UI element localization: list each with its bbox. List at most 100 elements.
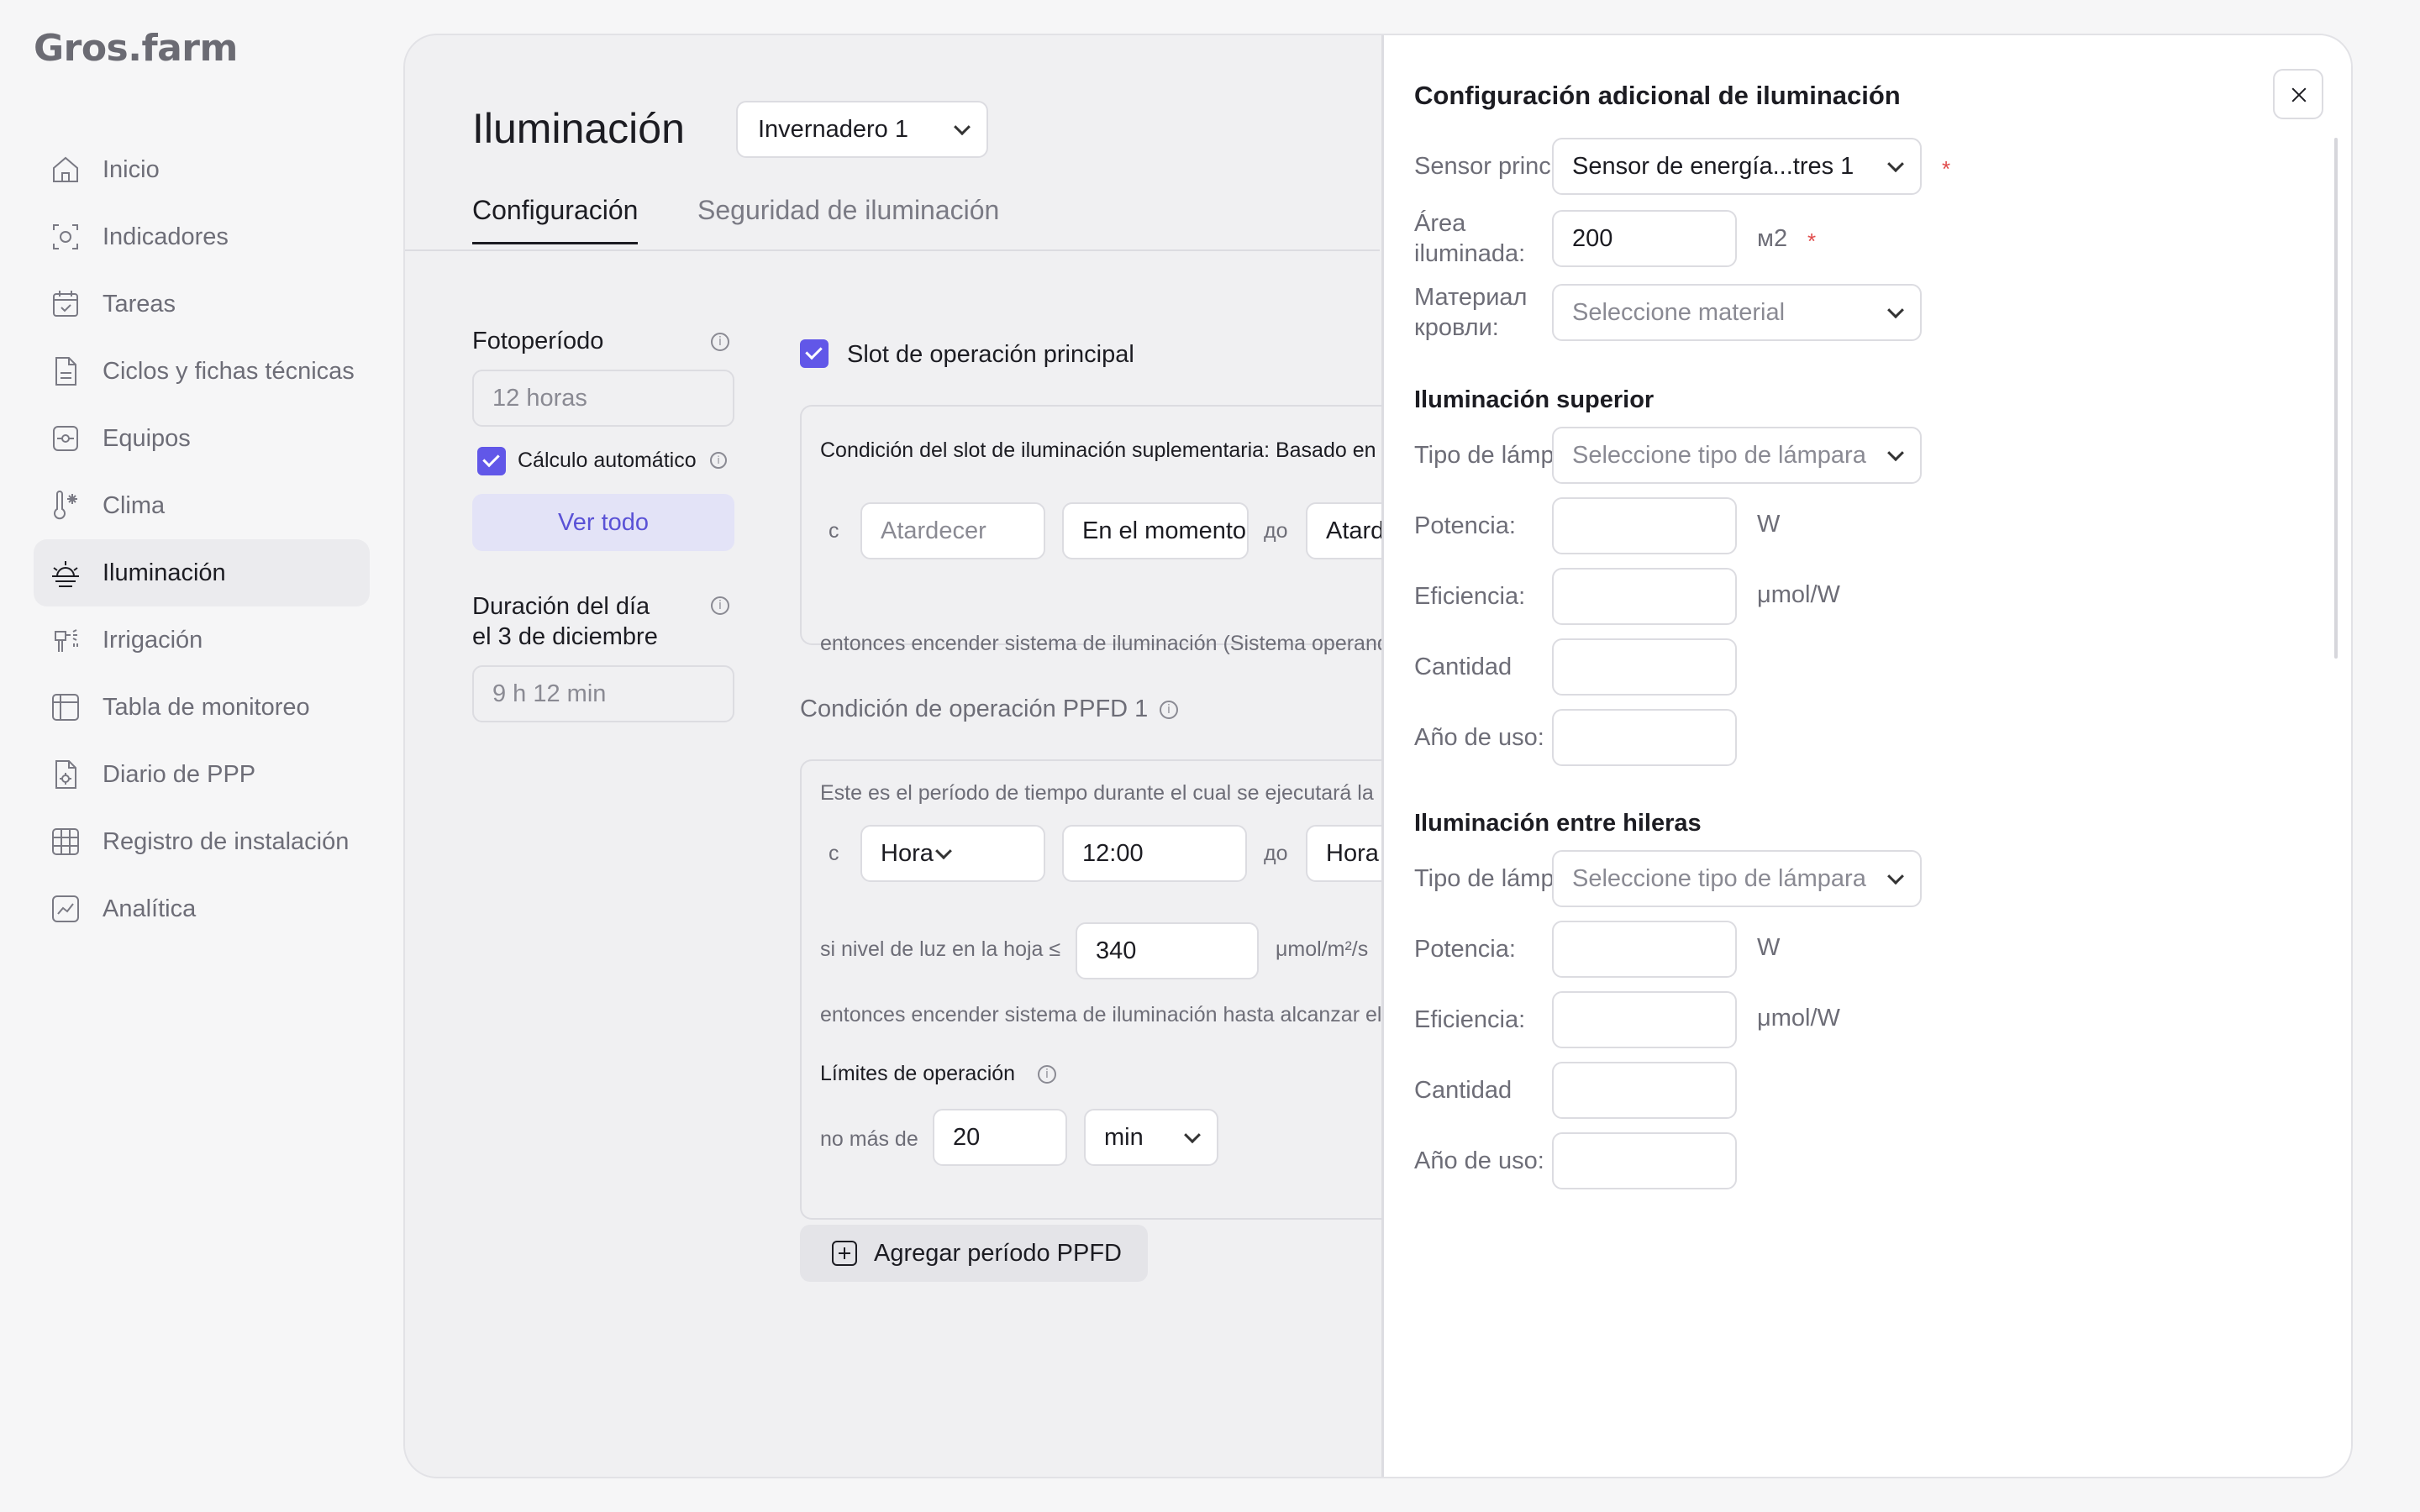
tab-configuracion[interactable]: Configuración: [472, 195, 639, 244]
ppfd-then: entonces encender sistema de iluminación…: [820, 1003, 1382, 1026]
sidebar-item-diario-ppp[interactable]: Diario de PPP: [34, 741, 370, 808]
greenhouse-select[interactable]: Invernadero 1: [736, 101, 988, 158]
main-slot-checkbox[interactable]: [800, 339, 829, 368]
to-label: до: [1264, 519, 1288, 543]
day-length-label-2: el 3 de diciembre: [472, 623, 658, 650]
sidebar-item-label: Indicadores: [103, 223, 229, 250]
sidebar-item-tareas[interactable]: Tareas: [34, 270, 370, 338]
sidebar-item-iluminacion[interactable]: Iluminación: [34, 539, 370, 606]
ppfd-box: Este es el período de tiempo durante el …: [800, 759, 1474, 1220]
sidebar-item-indicadores[interactable]: Indicadores: [34, 203, 370, 270]
panel-scrollbar[interactable]: [2334, 138, 2338, 659]
document-icon: [49, 354, 82, 388]
chevron-down-icon: [1887, 868, 1904, 885]
inter-lighting-title: Iluminación entre hileras: [1414, 810, 1702, 837]
moment-select[interactable]: En el momento: [1062, 502, 1249, 559]
top-power-label: Potencia:: [1414, 512, 1516, 539]
sidebar-item-clima[interactable]: Clima: [34, 472, 370, 539]
info-icon[interactable]: i: [711, 333, 729, 351]
chevron-down-icon: [1887, 155, 1904, 173]
limit-value-input[interactable]: 20: [933, 1109, 1067, 1166]
from-event-select[interactable]: Atardecer: [860, 502, 1045, 559]
material-select[interactable]: Seleccione material: [1552, 284, 1922, 341]
auto-calc-label: Cálculo automático: [518, 449, 697, 472]
inter-year-input[interactable]: [1552, 1132, 1737, 1189]
sidebar-item-label: Diario de PPP: [103, 760, 256, 788]
analytics-icon: [49, 892, 82, 926]
area-input[interactable]: 200: [1552, 210, 1737, 267]
top-efficiency-input[interactable]: [1552, 568, 1737, 625]
inter-lamp-select[interactable]: Seleccione tipo de lámpara: [1552, 850, 1922, 907]
moment-select-value: En el momento: [1082, 517, 1247, 544]
inter-power-input[interactable]: [1552, 921, 1737, 978]
info-icon[interactable]: i: [710, 452, 727, 469]
from-time-input[interactable]: 12:00: [1062, 825, 1247, 882]
add-ppfd-label: Agregar período PPFD: [874, 1239, 1122, 1267]
top-power-input[interactable]: [1552, 497, 1737, 554]
light-level-input[interactable]: 340: [1076, 922, 1259, 979]
photoperiod-field: 12 horas: [472, 370, 734, 427]
light-unit: μmol/m²/s: [1276, 937, 1369, 961]
sidebar-item-analitica[interactable]: Analítica: [34, 875, 370, 942]
from-type-select[interactable]: Hora: [860, 825, 1045, 882]
equipment-icon: [49, 422, 82, 455]
tasks-icon: [49, 287, 82, 321]
main-slot-condition: Condición del slot de iluminación suplem…: [820, 438, 1376, 462]
chevron-down-icon: [935, 843, 952, 860]
main-slot-label: Slot de operación principal: [847, 341, 1134, 368]
light-condition-label: si nivel de luz en la hoja ≤: [820, 937, 1061, 961]
main-card: Iluminación Invernadero 1 Configuración …: [403, 34, 2353, 1478]
inter-lamp-select-value: Seleccione tipo de lámpara: [1572, 864, 1866, 892]
view-all-button[interactable]: Ver todo: [472, 494, 734, 551]
area-label-2: iluminada:: [1414, 240, 1526, 267]
table-icon: [49, 690, 82, 724]
photoperiod-label: Fotoperíodo: [472, 328, 604, 354]
sidebar-item-label: Equipos: [103, 424, 191, 452]
ppfd-label: Condición de operación PPFD 1: [800, 696, 1149, 722]
info-icon[interactable]: i: [1038, 1065, 1056, 1084]
main-slot-then-text: entonces encender sistema de iluminación…: [820, 632, 1407, 655]
limit-unit-select[interactable]: min: [1084, 1109, 1218, 1166]
area-unit: м2: [1757, 225, 1788, 252]
day-length-label-1: Duración del día: [472, 593, 650, 620]
add-ppfd-button[interactable]: Agregar período PPFD: [800, 1225, 1148, 1282]
from-type-value: Hora: [881, 839, 934, 867]
top-year-label: Año de uso:: [1414, 724, 1544, 751]
day-length-field: 9 h 12 min: [472, 665, 734, 722]
top-lamp-select-value: Seleccione tipo de lámpara: [1572, 441, 1866, 469]
irrigation-icon: [49, 623, 82, 657]
top-quantity-input[interactable]: [1552, 638, 1737, 696]
sidebar-item-label: Tabla de monitoreo: [103, 693, 310, 721]
chevron-down-icon: [954, 118, 971, 136]
sidebar-item-label: Registro de instalación: [103, 827, 350, 855]
sidebar-item-irrigacion[interactable]: Irrigación: [34, 606, 370, 674]
sidebar-item-ciclos[interactable]: Ciclos y fichas técnicas: [34, 338, 370, 405]
info-icon[interactable]: i: [1160, 701, 1178, 719]
top-year-input[interactable]: [1552, 709, 1737, 766]
tab-seguridad[interactable]: Seguridad de iluminación: [697, 195, 999, 226]
material-label-2: кровли:: [1414, 314, 1499, 341]
inter-efficiency-input[interactable]: [1552, 991, 1737, 1048]
material-label-1: Материал: [1414, 284, 1528, 311]
sidebar-item-label: Tareas: [103, 290, 176, 318]
to-label: до: [1264, 842, 1288, 865]
app-logo: Gros.farm: [34, 27, 238, 70]
inter-quantity-input[interactable]: [1552, 1062, 1737, 1119]
sidebar-item-registro-instalacion[interactable]: Registro de instalación: [34, 808, 370, 875]
chevron-down-icon: [1887, 444, 1904, 462]
sidebar-item-inicio[interactable]: Inicio: [34, 136, 370, 203]
sidebar-item-equipos[interactable]: Equipos: [34, 405, 370, 472]
top-lamp-select[interactable]: Seleccione tipo de lámpara: [1552, 427, 1922, 484]
sensor-select-value: Sensor de energía...tres 1: [1572, 152, 1854, 180]
grid-icon: [49, 825, 82, 858]
auto-calc-checkbox[interactable]: [477, 447, 506, 475]
sidebar-item-tabla-monitoreo[interactable]: Tabla de monitoreo: [34, 674, 370, 741]
top-efficiency-unit: μmol/W: [1757, 581, 1840, 608]
top-quantity-label: Cantidad: [1414, 654, 1512, 680]
chevron-down-icon: [1887, 302, 1904, 319]
limits-label: Límites de operación: [820, 1062, 1016, 1085]
close-button[interactable]: [2273, 69, 2323, 119]
sidebar-item-label: Iluminación: [103, 559, 226, 586]
info-icon[interactable]: i: [711, 596, 729, 615]
sensor-select[interactable]: Sensor de energía...tres 1: [1552, 138, 1922, 195]
